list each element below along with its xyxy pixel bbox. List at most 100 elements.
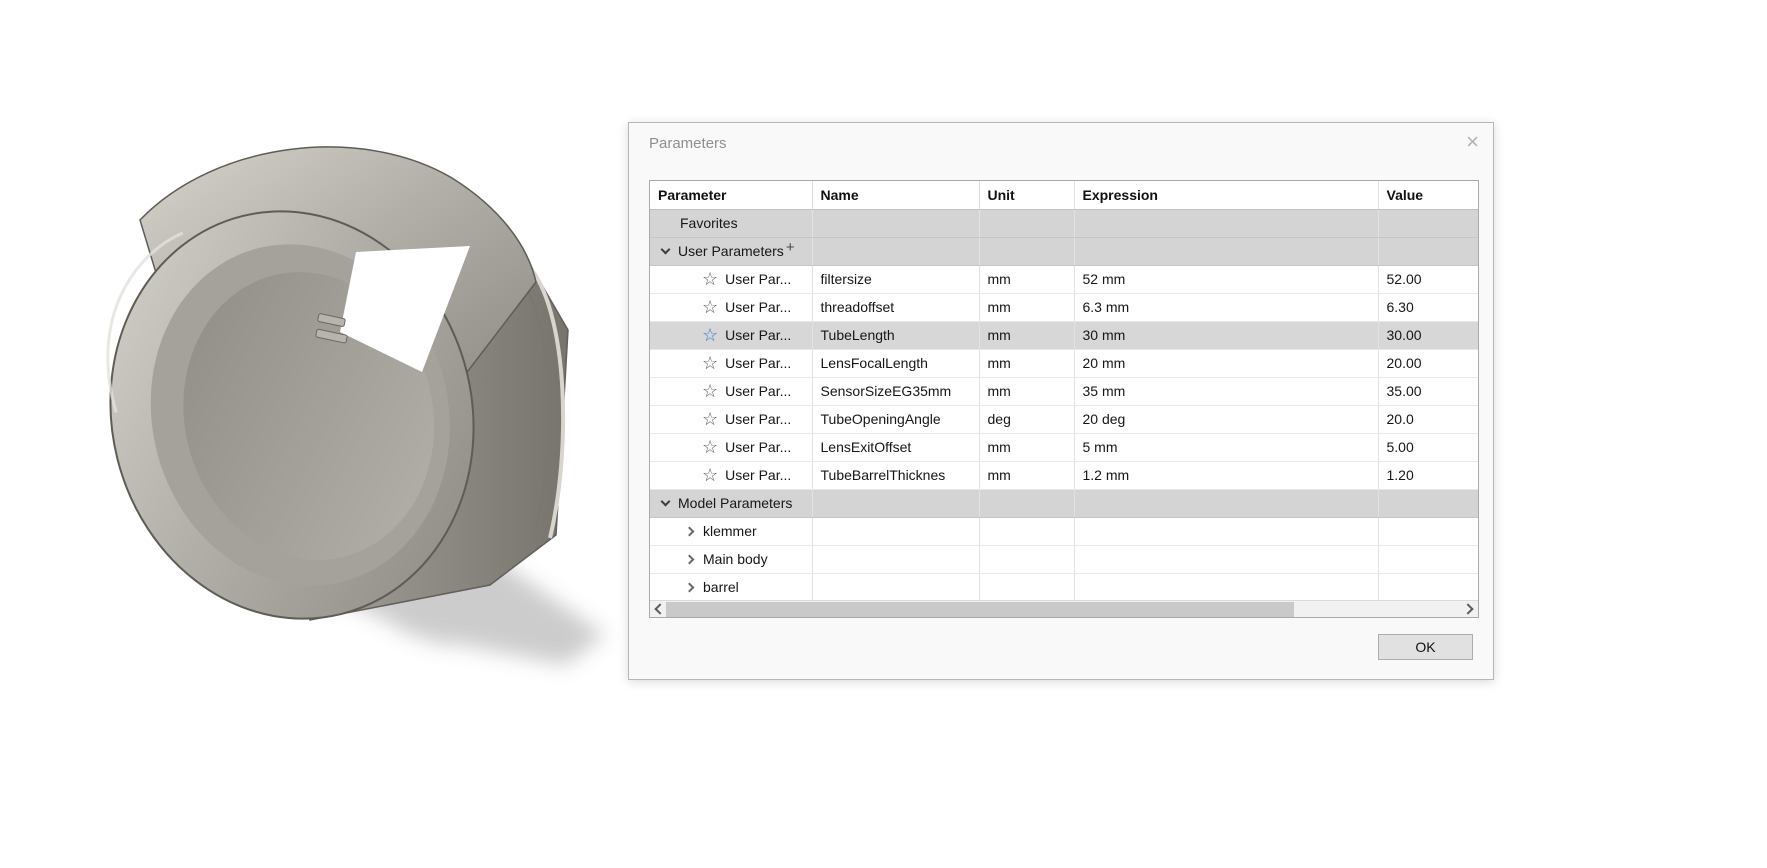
param-row[interactable]: ☆ User Par... threadoffset mm 6.3 mm 6.30 <box>650 293 1478 322</box>
group-label: Model Parameters <box>678 495 793 511</box>
value-cell[interactable]: 30.00 <box>1378 321 1478 350</box>
expression-cell[interactable]: 20 mm <box>1074 349 1379 378</box>
name-cell <box>812 209 980 238</box>
name-cell <box>812 573 980 602</box>
expression-cell[interactable]: 5 mm <box>1074 433 1379 462</box>
value-cell[interactable]: 20.0 <box>1378 405 1478 434</box>
section-row[interactable]: Favorites <box>650 209 1478 238</box>
value-cell[interactable]: 52.00 <box>1378 265 1478 294</box>
child-row[interactable]: Main body <box>650 545 1478 574</box>
param-row[interactable]: ☆ User Par... TubeOpeningAngle deg 20 deg 20.… <box>650 405 1478 434</box>
name-cell[interactable]: LensExitOffset <box>812 433 980 462</box>
unit-cell <box>979 573 1075 602</box>
child-row[interactable]: barrel <box>650 573 1478 602</box>
param-row[interactable]: ☆ User Par... TubeLength mm 30 mm 30.00 <box>650 321 1478 350</box>
add-parameter-icon[interactable]: + <box>786 239 795 256</box>
chevron-right-icon[interactable] <box>684 554 695 564</box>
param-type-label: User Par... <box>725 467 792 483</box>
chevron-down-icon[interactable] <box>660 496 671 507</box>
unit-cell[interactable]: deg <box>979 405 1075 434</box>
favorite-star-icon[interactable]: ☆ <box>702 410 718 428</box>
favorite-star-icon[interactable]: ☆ <box>702 326 718 344</box>
unit-cell[interactable]: mm <box>979 321 1075 350</box>
child-group-label: klemmer <box>703 523 757 539</box>
expression-cell[interactable]: 52 mm <box>1074 265 1379 294</box>
column-header-name: Name <box>812 181 980 210</box>
parameters-dialog: Parameters × Parameter Name Unit Expression… <box>628 122 1494 680</box>
param-row[interactable]: ☆ User Par... LensFocalLength mm 20 mm 20.00 <box>650 349 1478 378</box>
value-cell[interactable]: 1.20 <box>1378 461 1478 490</box>
value-cell[interactable]: 20.00 <box>1378 349 1478 378</box>
favorite-star-icon[interactable]: ☆ <box>702 466 718 484</box>
favorite-star-icon[interactable]: ☆ <box>702 438 718 456</box>
value-cell <box>1378 517 1478 546</box>
value-cell <box>1378 545 1478 574</box>
model-viewport[interactable] <box>0 0 640 868</box>
dialog-titlebar[interactable]: Parameters × <box>629 123 1493 167</box>
name-cell[interactable]: TubeOpeningAngle <box>812 405 980 434</box>
expression-cell <box>1074 209 1379 238</box>
favorite-star-icon[interactable]: ☆ <box>702 382 718 400</box>
value-cell <box>1378 573 1478 602</box>
scrollbar-thumb[interactable] <box>666 602 1294 617</box>
scroll-left-arrow-icon[interactable] <box>650 601 666 617</box>
unit-cell[interactable]: mm <box>979 349 1075 378</box>
param-row[interactable]: ☆ User Par... SensorSizeEG35mm mm 35 mm 35.00 <box>650 377 1478 406</box>
section-label: Favorites <box>680 215 738 231</box>
horizontal-scrollbar[interactable] <box>650 600 1478 617</box>
unit-cell[interactable]: mm <box>979 461 1075 490</box>
group-label: User Parameters <box>678 243 784 259</box>
param-row[interactable]: ☆ User Par... filtersize mm 52 mm 52.00 <box>650 265 1478 294</box>
parameters-table-container: Parameter Name Unit Expression Value Favorit… <box>649 180 1479 618</box>
table-header-row: Parameter Name Unit Expression Value <box>650 181 1478 210</box>
parameters-table: Parameter Name Unit Expression Value Favorit… <box>650 181 1478 602</box>
name-cell[interactable]: threadoffset <box>812 293 980 322</box>
value-cell[interactable]: 5.00 <box>1378 433 1478 462</box>
param-row[interactable]: ☆ User Par... LensExitOffset mm 5 mm 5.00 <box>650 433 1478 462</box>
child-row[interactable]: klemmer <box>650 517 1478 546</box>
param-type-label: User Par... <box>725 411 792 427</box>
unit-cell[interactable]: mm <box>979 433 1075 462</box>
chevron-down-icon[interactable] <box>660 244 671 255</box>
name-cell[interactable]: filtersize <box>812 265 980 294</box>
param-type-label: User Par... <box>725 439 792 455</box>
unit-cell <box>979 517 1075 546</box>
name-cell <box>812 545 980 574</box>
name-cell[interactable]: SensorSizeEG35mm <box>812 377 980 406</box>
ok-button[interactable]: OK <box>1378 634 1473 660</box>
group-row[interactable]: Model Parameters <box>650 489 1478 518</box>
unit-cell <box>979 237 1075 266</box>
value-cell[interactable]: 35.00 <box>1378 377 1478 406</box>
expression-cell <box>1074 545 1379 574</box>
param-row[interactable]: ☆ User Par... TubeBarrelThicknes mm 1.2 mm 1.… <box>650 461 1478 490</box>
param-type-label: User Par... <box>725 383 792 399</box>
favorite-star-icon[interactable]: ☆ <box>702 298 718 316</box>
param-type-label: User Par... <box>725 355 792 371</box>
unit-cell <box>979 489 1075 518</box>
column-header-expression: Expression <box>1074 181 1379 210</box>
lens-hood-3d-model <box>106 146 605 665</box>
unit-cell[interactable]: mm <box>979 265 1075 294</box>
unit-cell[interactable]: mm <box>979 293 1075 322</box>
name-cell[interactable]: TubeBarrelThicknes <box>812 461 980 490</box>
column-header-value: Value <box>1378 181 1478 210</box>
scroll-right-arrow-icon[interactable] <box>1462 601 1478 617</box>
expression-cell[interactable]: 1.2 mm <box>1074 461 1379 490</box>
value-cell[interactable]: 6.30 <box>1378 293 1478 322</box>
name-cell[interactable]: TubeLength <box>812 321 980 350</box>
favorite-star-icon[interactable]: ☆ <box>702 354 718 372</box>
expression-cell[interactable]: 30 mm <box>1074 321 1379 350</box>
chevron-right-icon[interactable] <box>684 526 695 536</box>
unit-cell[interactable]: mm <box>979 377 1075 406</box>
param-type-label: User Par... <box>725 271 792 287</box>
expression-cell[interactable]: 6.3 mm <box>1074 293 1379 322</box>
chevron-right-icon[interactable] <box>684 582 695 592</box>
child-group-label: Main body <box>703 551 768 567</box>
favorite-star-icon[interactable]: ☆ <box>702 270 718 288</box>
group-row[interactable]: User Parameters + <box>650 237 1478 266</box>
name-cell[interactable]: LensFocalLength <box>812 349 980 378</box>
expression-cell[interactable]: 35 mm <box>1074 377 1379 406</box>
expression-cell[interactable]: 20 deg <box>1074 405 1379 434</box>
value-cell <box>1378 209 1478 238</box>
close-icon[interactable]: × <box>1466 131 1479 153</box>
